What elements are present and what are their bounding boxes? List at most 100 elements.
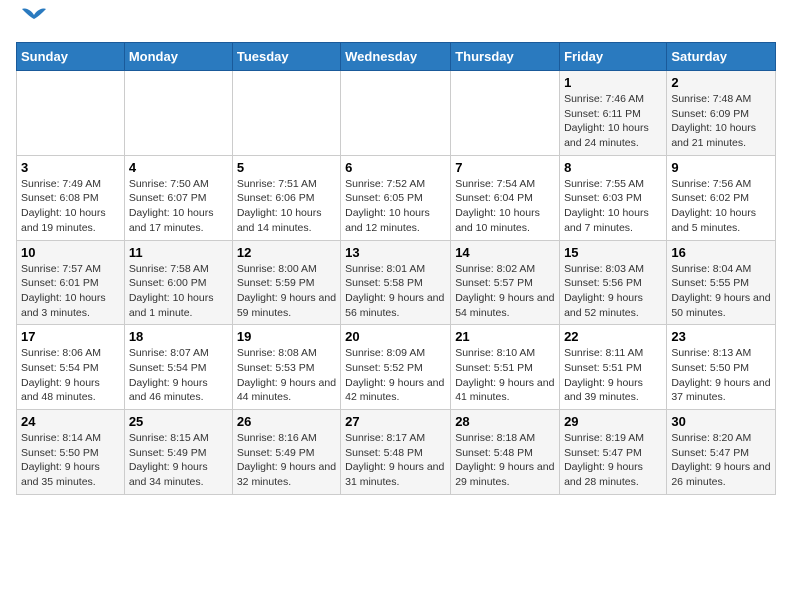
day-info: Sunrise: 8:08 AM Sunset: 5:53 PM Dayligh… xyxy=(237,346,336,405)
calendar-cell: 12 Sunrise: 8:00 AM Sunset: 5:59 PM Dayli… xyxy=(232,240,340,325)
day-number: 21 xyxy=(455,329,555,344)
calendar-table: SundayMondayTuesdayWednesdayThursdayFrid… xyxy=(16,42,776,495)
day-info: Sunrise: 8:07 AM Sunset: 5:54 PM Dayligh… xyxy=(129,346,228,405)
calendar-cell: 8 Sunrise: 7:55 AM Sunset: 6:03 PM Daylig… xyxy=(560,155,667,240)
calendar-cell: 2 Sunrise: 7:48 AM Sunset: 6:09 PM Daylig… xyxy=(667,71,776,156)
day-info: Sunrise: 8:09 AM Sunset: 5:52 PM Dayligh… xyxy=(345,346,446,405)
calendar-header-row: SundayMondayTuesdayWednesdayThursdayFrid… xyxy=(17,43,776,71)
day-info: Sunrise: 8:01 AM Sunset: 5:58 PM Dayligh… xyxy=(345,262,446,321)
day-info: Sunrise: 7:56 AM Sunset: 6:02 PM Dayligh… xyxy=(671,177,771,236)
calendar-cell: 26 Sunrise: 8:16 AM Sunset: 5:49 PM Dayli… xyxy=(232,410,340,495)
calendar-cell: 20 Sunrise: 8:09 AM Sunset: 5:52 PM Dayli… xyxy=(341,325,451,410)
day-info: Sunrise: 7:48 AM Sunset: 6:09 PM Dayligh… xyxy=(671,92,771,151)
day-number: 4 xyxy=(129,160,228,175)
calendar-cell xyxy=(341,71,451,156)
day-info: Sunrise: 8:00 AM Sunset: 5:59 PM Dayligh… xyxy=(237,262,336,321)
day-info: Sunrise: 8:06 AM Sunset: 5:54 PM Dayligh… xyxy=(21,346,120,405)
day-info: Sunrise: 8:14 AM Sunset: 5:50 PM Dayligh… xyxy=(21,431,120,490)
calendar-cell: 13 Sunrise: 8:01 AM Sunset: 5:58 PM Dayli… xyxy=(341,240,451,325)
calendar-week-row: 17 Sunrise: 8:06 AM Sunset: 5:54 PM Dayli… xyxy=(17,325,776,410)
day-number: 5 xyxy=(237,160,336,175)
day-number: 1 xyxy=(564,75,662,90)
day-info: Sunrise: 7:49 AM Sunset: 6:08 PM Dayligh… xyxy=(21,177,120,236)
calendar-week-row: 3 Sunrise: 7:49 AM Sunset: 6:08 PM Daylig… xyxy=(17,155,776,240)
day-info: Sunrise: 8:04 AM Sunset: 5:55 PM Dayligh… xyxy=(671,262,771,321)
day-number: 24 xyxy=(21,414,120,429)
day-info: Sunrise: 8:18 AM Sunset: 5:48 PM Dayligh… xyxy=(455,431,555,490)
day-number: 20 xyxy=(345,329,446,344)
day-number: 6 xyxy=(345,160,446,175)
weekday-header: Sunday xyxy=(17,43,125,71)
day-number: 12 xyxy=(237,245,336,260)
day-number: 2 xyxy=(671,75,771,90)
calendar-cell: 22Sunrise: 8:11 AM Sunset: 5:51 PM Dayli… xyxy=(560,325,667,410)
day-info: Sunrise: 7:58 AM Sunset: 6:00 PM Dayligh… xyxy=(129,262,228,321)
calendar-cell: 15 Sunrise: 8:03 AM Sunset: 5:56 PM Dayli… xyxy=(560,240,667,325)
day-number: 9 xyxy=(671,160,771,175)
calendar-cell xyxy=(232,71,340,156)
day-info: Sunrise: 8:20 AM Sunset: 5:47 PM Dayligh… xyxy=(671,431,771,490)
weekday-header: Friday xyxy=(560,43,667,71)
calendar-cell: 24 Sunrise: 8:14 AM Sunset: 5:50 PM Dayli… xyxy=(17,410,125,495)
calendar-cell: 18 Sunrise: 8:07 AM Sunset: 5:54 PM Dayli… xyxy=(124,325,232,410)
day-info: Sunrise: 8:03 AM Sunset: 5:56 PM Dayligh… xyxy=(564,262,662,321)
calendar-cell: 1 Sunrise: 7:46 AM Sunset: 6:11 PM Daylig… xyxy=(560,71,667,156)
page-header xyxy=(16,16,776,34)
calendar-cell: 27 Sunrise: 8:17 AM Sunset: 5:48 PM Dayli… xyxy=(341,410,451,495)
day-info: Sunrise: 8:16 AM Sunset: 5:49 PM Dayligh… xyxy=(237,431,336,490)
day-info: Sunrise: 7:46 AM Sunset: 6:11 PM Dayligh… xyxy=(564,92,662,151)
weekday-header: Wednesday xyxy=(341,43,451,71)
day-info: Sunrise: 8:13 AM Sunset: 5:50 PM Dayligh… xyxy=(671,346,771,405)
weekday-header: Saturday xyxy=(667,43,776,71)
calendar-cell: 25Sunrise: 8:15 AM Sunset: 5:49 PM Dayli… xyxy=(124,410,232,495)
day-info: Sunrise: 7:54 AM Sunset: 6:04 PM Dayligh… xyxy=(455,177,555,236)
day-number: 23 xyxy=(671,329,771,344)
calendar-cell: 29 Sunrise: 8:19 AM Sunset: 5:47 PM Dayli… xyxy=(560,410,667,495)
calendar-cell: 9 Sunrise: 7:56 AM Sunset: 6:02 PM Daylig… xyxy=(667,155,776,240)
day-number: 13 xyxy=(345,245,446,260)
day-number: 15 xyxy=(564,245,662,260)
day-number: 14 xyxy=(455,245,555,260)
calendar-cell xyxy=(124,71,232,156)
calendar-cell: 6Sunrise: 7:52 AM Sunset: 6:05 PM Daylig… xyxy=(341,155,451,240)
calendar-week-row: 1 Sunrise: 7:46 AM Sunset: 6:11 PM Daylig… xyxy=(17,71,776,156)
day-info: Sunrise: 8:10 AM Sunset: 5:51 PM Dayligh… xyxy=(455,346,555,405)
calendar-cell: 7 Sunrise: 7:54 AM Sunset: 6:04 PM Daylig… xyxy=(451,155,560,240)
weekday-header: Tuesday xyxy=(232,43,340,71)
day-info: Sunrise: 7:51 AM Sunset: 6:06 PM Dayligh… xyxy=(237,177,336,236)
weekday-header: Thursday xyxy=(451,43,560,71)
day-info: Sunrise: 7:55 AM Sunset: 6:03 PM Dayligh… xyxy=(564,177,662,236)
calendar-cell: 28 Sunrise: 8:18 AM Sunset: 5:48 PM Dayli… xyxy=(451,410,560,495)
calendar-cell: 5 Sunrise: 7:51 AM Sunset: 6:06 PM Daylig… xyxy=(232,155,340,240)
day-number: 19 xyxy=(237,329,336,344)
calendar-cell: 17 Sunrise: 8:06 AM Sunset: 5:54 PM Dayli… xyxy=(17,325,125,410)
day-info: Sunrise: 8:15 AM Sunset: 5:49 PM Dayligh… xyxy=(129,431,228,490)
logo xyxy=(16,16,50,34)
weekday-header: Monday xyxy=(124,43,232,71)
day-info: Sunrise: 8:19 AM Sunset: 5:47 PM Dayligh… xyxy=(564,431,662,490)
calendar-week-row: 10 Sunrise: 7:57 AM Sunset: 6:01 PM Dayli… xyxy=(17,240,776,325)
logo-bird-icon xyxy=(18,5,50,33)
calendar-cell: 11 Sunrise: 7:58 AM Sunset: 6:00 PM Dayli… xyxy=(124,240,232,325)
calendar-cell: 16 Sunrise: 8:04 AM Sunset: 5:55 PM Dayli… xyxy=(667,240,776,325)
day-info: Sunrise: 8:02 AM Sunset: 5:57 PM Dayligh… xyxy=(455,262,555,321)
day-number: 28 xyxy=(455,414,555,429)
day-info: Sunrise: 8:17 AM Sunset: 5:48 PM Dayligh… xyxy=(345,431,446,490)
day-number: 17 xyxy=(21,329,120,344)
calendar-cell xyxy=(17,71,125,156)
day-number: 27 xyxy=(345,414,446,429)
day-number: 3 xyxy=(21,160,120,175)
day-number: 18 xyxy=(129,329,228,344)
day-number: 11 xyxy=(129,245,228,260)
day-number: 29 xyxy=(564,414,662,429)
day-number: 10 xyxy=(21,245,120,260)
calendar-cell xyxy=(451,71,560,156)
calendar-cell: 3 Sunrise: 7:49 AM Sunset: 6:08 PM Daylig… xyxy=(17,155,125,240)
day-info: Sunrise: 7:57 AM Sunset: 6:01 PM Dayligh… xyxy=(21,262,120,321)
calendar-week-row: 24 Sunrise: 8:14 AM Sunset: 5:50 PM Dayli… xyxy=(17,410,776,495)
day-number: 30 xyxy=(671,414,771,429)
day-number: 26 xyxy=(237,414,336,429)
day-number: 7 xyxy=(455,160,555,175)
day-number: 16 xyxy=(671,245,771,260)
day-number: 8 xyxy=(564,160,662,175)
